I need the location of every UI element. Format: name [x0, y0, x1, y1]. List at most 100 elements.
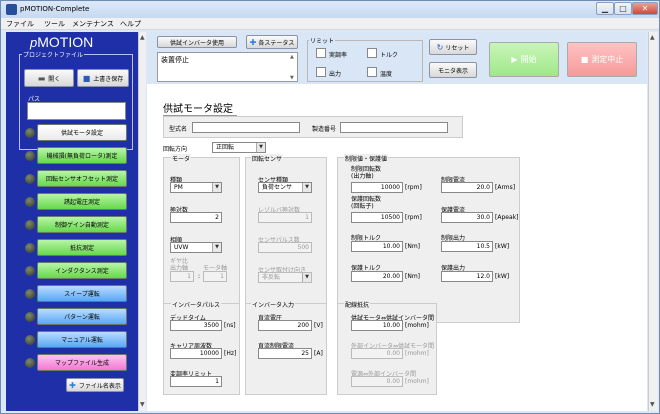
nav-manual[interactable]: マニュアル運転 [37, 331, 127, 348]
resolver-poles-input[interactable]: 1 [258, 212, 312, 223]
status-led [25, 197, 35, 207]
nav-pattern[interactable]: パターン運転 [37, 308, 127, 325]
pole-pairs-input[interactable]: 2 [170, 212, 222, 223]
status-led [25, 151, 35, 161]
chevron-down-icon: ▼ [212, 183, 221, 192]
rotation-select[interactable]: 正回転 ▼ [212, 142, 266, 153]
sidebar: pMOTION プロジェクトファイル ▬ 開く ■ 上書き保存 パス 供試モータ… [6, 32, 139, 411]
nav-inductance[interactable]: インダクタンス測定 [37, 262, 127, 279]
modulation-limit-input[interactable]: 1 [170, 376, 222, 387]
open-button[interactable]: ▬ 開く [24, 69, 74, 87]
status-scroll-up-icon[interactable]: ▲ [290, 54, 294, 60]
protect-torque-unit: [Nm] [405, 273, 421, 280]
motor-inverter-resistance-input[interactable]: 10.00 [351, 320, 403, 331]
sensor-type-select[interactable]: 負荷センサ ▼ [258, 182, 312, 193]
chevron-down-icon: ▼ [302, 273, 311, 282]
motor-inverter-resistance-unit: [mohm] [405, 322, 429, 329]
nav-sweep[interactable]: スイープ運転 [37, 285, 127, 302]
scroll-down-icon[interactable]: ▼ [140, 401, 145, 408]
refresh-icon: ↻ [436, 42, 444, 52]
maximize-button[interactable]: □ [614, 2, 632, 15]
reset-button[interactable]: ↻ リセット [429, 39, 477, 55]
serial-input[interactable] [340, 122, 448, 133]
scroll-up-icon[interactable]: ▲ [650, 34, 655, 41]
scroll-down-icon[interactable]: ▼ [650, 401, 655, 408]
status-button[interactable]: ✚ 各ステータス [246, 35, 298, 49]
carrier-unit: [Hz] [224, 350, 237, 357]
menu-help[interactable]: ヘルプ [120, 19, 141, 29]
play-icon: ▶ [511, 55, 518, 64]
scroll-up-icon[interactable]: ▲ [140, 34, 145, 41]
protect-speed-input[interactable]: 10500 [351, 212, 403, 223]
status-led [25, 266, 35, 276]
nav-motor-settings[interactable]: 供試モータ設定 [37, 124, 127, 141]
start-button[interactable]: ▶ 開始 [489, 42, 559, 77]
limit-torque-unit: [Nm] [405, 243, 421, 250]
sensor-section-title: 回転センサ [251, 154, 284, 163]
inverter-pulse-title: インバータパルス [171, 300, 222, 309]
motor-type-select[interactable]: PM ▼ [170, 182, 222, 193]
nav-induced-voltage[interactable]: 誘起電圧測定 [37, 193, 127, 210]
monitor-display-button[interactable]: モニタ表示 [429, 62, 477, 78]
serial-label: 製造番号 [312, 126, 337, 133]
main-panel: 供試インバータ使用 ✚ 各ステータス 装置停止 ▲ ▼ リミット 実調率 トルク… [147, 32, 647, 411]
sidebar-scrollbar[interactable]: ▲ ▼ [138, 32, 146, 411]
model-input[interactable] [192, 122, 300, 133]
file-name-display-button[interactable]: ✚ ファイル名表示 [66, 378, 124, 392]
limit-current-input[interactable]: 20.0 [441, 182, 493, 193]
status-led [25, 128, 35, 138]
limit-output-input[interactable]: 10.5 [441, 241, 493, 252]
status-led [25, 220, 35, 230]
protect-speed-unit: [rpm] [405, 214, 422, 221]
nav-gain-auto[interactable]: 制御ゲイン自動測定 [37, 216, 127, 233]
minimize-icon: ▁ [601, 4, 609, 13]
overwrite-save-button[interactable]: ■ 上書き保存 [77, 69, 129, 87]
protect-current-input[interactable]: 30.0 [441, 212, 493, 223]
top-control-bar: 供試インバータ使用 ✚ 各ステータス 装置停止 ▲ ▼ リミット 実調率 トルク… [147, 32, 647, 84]
limit-torque-input[interactable]: 10.00 [351, 241, 403, 252]
menu-tools[interactable]: ツール [44, 19, 65, 29]
status-scroll-down-icon[interactable]: ▼ [290, 75, 294, 81]
minimize-button[interactable]: ▁ [596, 2, 614, 15]
pmotion-logo: pMOTION [30, 34, 94, 50]
title-bar: pMOTION-Complete ▁ □ ✕ [1, 1, 659, 18]
stop-measurement-button[interactable]: ■ 測定中止 [567, 42, 637, 77]
external-inverter-resistance-unit: [mohm] [405, 350, 429, 357]
gear-motor-input[interactable]: 1 [203, 271, 227, 282]
phase-order-select[interactable]: UVW ▼ [170, 242, 222, 253]
status-led [25, 335, 35, 345]
limit-speed-input[interactable]: 10000 [351, 182, 403, 193]
dc-current-input[interactable]: 25 [258, 348, 312, 359]
gear-output-input[interactable]: 1 [170, 271, 194, 282]
inverter-use-toggle[interactable]: 供試インバータ使用 [157, 36, 237, 48]
close-button[interactable]: ✕ [632, 2, 658, 15]
window-title: pMOTION-Complete [20, 5, 90, 13]
plus-icon: ✚ [249, 37, 257, 47]
limit-modulation-indicator [316, 48, 326, 58]
gear-separator: : [198, 273, 201, 280]
menu-maintenance[interactable]: メンテナンス [72, 19, 114, 29]
chevron-down-icon: ▼ [212, 243, 221, 252]
deadtime-input[interactable]: 3500 [170, 320, 222, 331]
sensor-pulse-input[interactable]: 500 [258, 242, 312, 253]
main-scrollbar[interactable]: ▲ ▼ [648, 32, 658, 411]
protect-output-unit: [kW] [495, 273, 510, 280]
limits-section-title: 制限値・保護値 [344, 154, 389, 163]
dc-voltage-input[interactable]: 200 [258, 320, 312, 331]
nav-mechanical-loss[interactable]: 機械損(無負荷ロータ)測定 [37, 147, 127, 164]
nav-sensor-offset[interactable]: 回転センサオフセット測定 [37, 170, 127, 187]
carrier-input[interactable]: 10000 [170, 348, 222, 359]
chevron-down-icon: ▼ [302, 183, 311, 192]
nav-map-file[interactable]: マップファイル生成 [37, 354, 127, 371]
sensor-direction-select[interactable]: 非反転 ▼ [258, 272, 312, 283]
status-display: 装置停止 [157, 52, 298, 82]
menu-file[interactable]: ファイル [6, 19, 34, 29]
external-inverter-resistance-input[interactable]: 0.00 [351, 348, 403, 359]
nav-resistance[interactable]: 抵抗測定 [37, 239, 127, 256]
limit-temperature-label: 温度 [380, 71, 393, 78]
psu-resistance-input[interactable]: 0.00 [351, 376, 403, 387]
dc-voltage-unit: [V] [314, 322, 323, 329]
stop-icon: ■ [580, 55, 589, 64]
protect-torque-input[interactable]: 20.00 [351, 271, 403, 282]
protect-output-input[interactable]: 12.0 [441, 271, 493, 282]
